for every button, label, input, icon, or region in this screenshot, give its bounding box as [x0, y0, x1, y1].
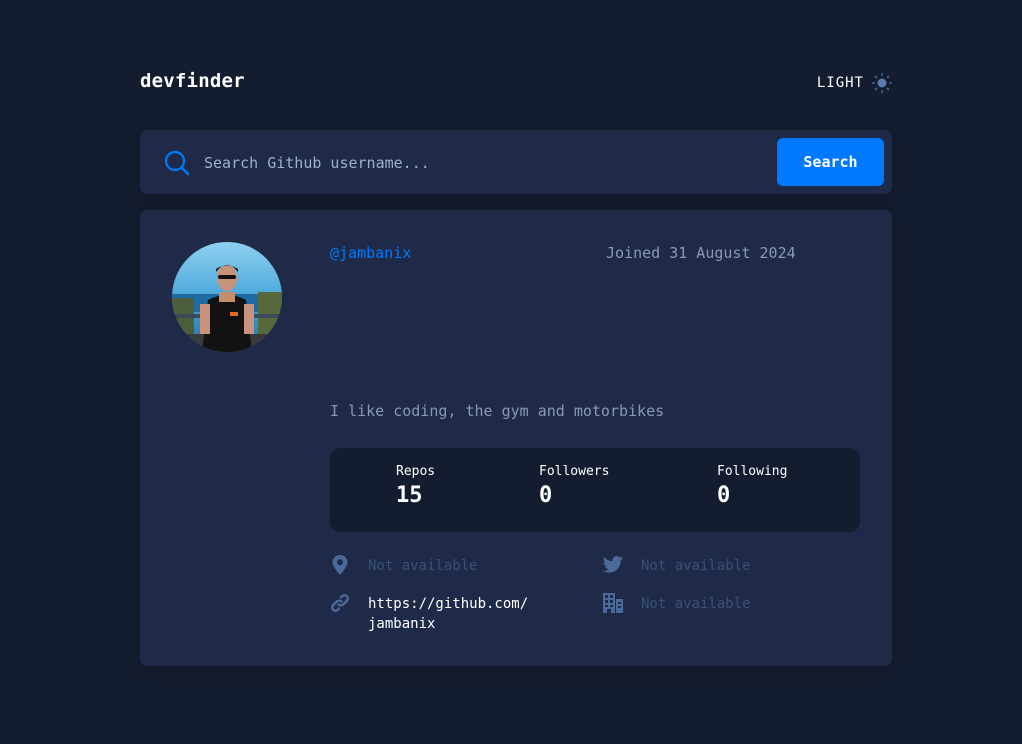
- stat-followers: Followers 0: [539, 464, 609, 508]
- search-button[interactable]: Search: [777, 138, 884, 186]
- header: devfinder LIGHT: [140, 70, 892, 98]
- location-text: Not available: [368, 558, 478, 574]
- joined-date: Joined 31 August 2024: [606, 244, 796, 262]
- twitter-item: Not available: [603, 556, 863, 578]
- location-icon: [332, 555, 348, 575]
- search-input[interactable]: [202, 148, 766, 178]
- app-logo: devfinder: [140, 70, 245, 92]
- company-text: Not available: [641, 596, 751, 612]
- repos-value: 15: [396, 483, 423, 508]
- stat-repos: Repos 15: [396, 464, 435, 508]
- theme-toggle[interactable]: LIGHT: [817, 73, 892, 93]
- company-icon: [603, 593, 623, 613]
- blog-link-line1: https://github.com/: [368, 596, 529, 612]
- link-icon: [331, 594, 349, 612]
- location-item: Not available: [330, 555, 590, 578]
- profile-bio: I like coding, the gym and motorbikes: [330, 402, 665, 420]
- repos-label: Repos: [396, 464, 436, 479]
- sun-icon: [872, 73, 892, 93]
- stats-panel: Repos 15 Followers 0 Following 0: [330, 448, 860, 532]
- blog-link[interactable]: https://github.com/ jambanix: [368, 594, 528, 634]
- blog-item[interactable]: https://github.com/ jambanix: [330, 594, 590, 638]
- profile-card: @jambanix Joined 31 August 2024 I like c…: [140, 210, 892, 666]
- search-icon: [164, 150, 190, 176]
- avatar: [172, 242, 282, 352]
- profile-username-link[interactable]: @jambanix: [330, 244, 411, 262]
- company-item: Not available: [603, 593, 863, 616]
- stat-following: Following 0: [717, 464, 787, 508]
- followers-label: Followers: [539, 464, 610, 479]
- followers-value: 0: [539, 483, 553, 508]
- search-bar: Search: [140, 130, 892, 194]
- following-label: Following: [717, 464, 788, 479]
- following-value: 0: [717, 483, 731, 508]
- twitter-icon: [603, 556, 623, 573]
- theme-toggle-label: LIGHT: [816, 75, 864, 91]
- twitter-text: Not available: [641, 558, 751, 574]
- blog-link-line2: jambanix: [368, 616, 436, 632]
